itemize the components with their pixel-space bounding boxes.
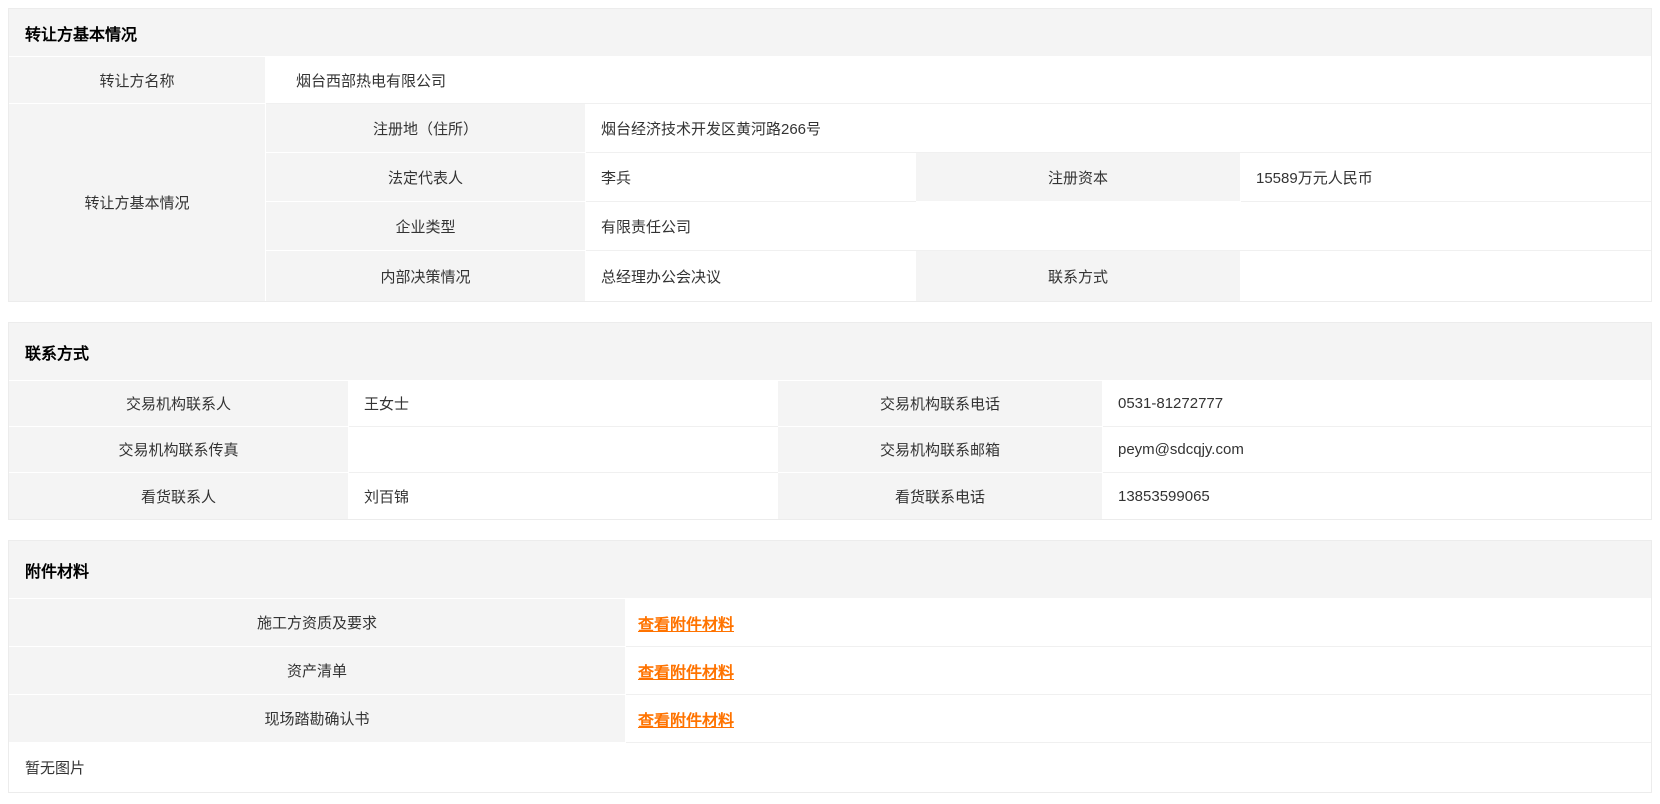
table-row: 注册地（住所） 烟台经济技术开发区黄河路266号: [266, 104, 1651, 153]
asset-list-cell: 查看附件材料: [626, 647, 1651, 695]
table-row: 资产清单 查看附件材料: [9, 647, 1651, 695]
no-image-row: 暂无图片: [9, 743, 1651, 792]
no-image-text: 暂无图片: [25, 757, 85, 778]
transferor-name-value: 烟台西部热电有限公司: [266, 57, 1651, 104]
internal-decision-value: 总经理办公会决议: [586, 251, 916, 301]
view-attachment-link[interactable]: 查看附件材料: [638, 707, 734, 731]
inspection-contact-phone-value: 13853599065: [1103, 473, 1651, 519]
agency-contact-fax-value: [349, 427, 778, 473]
enterprise-type-value: 有限责任公司: [586, 202, 1651, 251]
site-survey-confirmation-cell: 查看附件材料: [626, 695, 1651, 743]
table-row: 交易机构联系传真 交易机构联系邮箱 peym@sdcqjy.com: [9, 427, 1651, 473]
agency-contact-email-label: 交易机构联系邮箱: [778, 427, 1103, 473]
table-row: 看货联系人 刘百锦 看货联系电话 13853599065: [9, 473, 1651, 519]
section-title-contact: 联系方式: [9, 323, 1651, 381]
section-title-attachments: 附件材料: [9, 541, 1651, 599]
section-transferor-basic: 转让方基本情况 转让方名称 烟台西部热电有限公司 转让方基本情况 注册地（住所）…: [8, 8, 1652, 302]
transferor-name-label: 转让方名称: [9, 57, 266, 104]
agency-contact-phone-label: 交易机构联系电话: [778, 381, 1103, 427]
table-row: 交易机构联系人 王女士 交易机构联系电话 0531-81272777: [9, 381, 1651, 427]
transferor-detail-table: 注册地（住所） 烟台经济技术开发区黄河路266号 法定代表人 李兵 注册资本 1…: [266, 104, 1651, 301]
agency-contact-phone-value: 0531-81272777: [1103, 381, 1651, 427]
agency-contact-fax-label: 交易机构联系传真: [9, 427, 349, 473]
inspection-contact-person-value: 刘百锦: [349, 473, 778, 519]
legal-representative-label: 法定代表人: [266, 153, 586, 202]
table-row: 企业类型 有限责任公司: [266, 202, 1651, 251]
inspection-contact-person-label: 看货联系人: [9, 473, 349, 519]
section-attachments: 附件材料 施工方资质及要求 查看附件材料 资产清单 查看附件材料 现场踏勘确认书…: [8, 540, 1652, 793]
transferor-group-label: 转让方基本情况: [9, 104, 266, 301]
table-row: 现场踏勘确认书 查看附件材料: [9, 695, 1651, 743]
registered-address-value: 烟台经济技术开发区黄河路266号: [586, 104, 1651, 153]
construction-qualification-label: 施工方资质及要求: [9, 599, 626, 647]
agency-contact-email-value: peym@sdcqjy.com: [1103, 427, 1651, 473]
registered-address-label: 注册地（住所）: [266, 104, 586, 153]
inspection-contact-phone-label: 看货联系电话: [778, 473, 1103, 519]
legal-representative-value: 李兵: [586, 153, 916, 202]
agency-contact-person-value: 王女士: [349, 381, 778, 427]
transferor-detail-group: 转让方基本情况 注册地（住所） 烟台经济技术开发区黄河路266号 法定代表人 李…: [9, 104, 1651, 301]
table-row: 转让方名称 烟台西部热电有限公司: [9, 57, 1651, 104]
registered-capital-value: 15589万元人民币: [1241, 153, 1651, 202]
view-attachment-link[interactable]: 查看附件材料: [638, 611, 734, 635]
construction-qualification-cell: 查看附件材料: [626, 599, 1651, 647]
contact-method-label: 联系方式: [916, 251, 1241, 301]
table-row: 法定代表人 李兵 注册资本 15589万元人民币: [266, 153, 1651, 202]
site-survey-confirmation-label: 现场踏勘确认书: [9, 695, 626, 743]
table-row: 内部决策情况 总经理办公会决议 联系方式: [266, 251, 1651, 301]
agency-contact-person-label: 交易机构联系人: [9, 381, 349, 427]
enterprise-type-label: 企业类型: [266, 202, 586, 251]
section-contact: 联系方式 交易机构联系人 王女士 交易机构联系电话 0531-81272777 …: [8, 322, 1652, 520]
table-row: 施工方资质及要求 查看附件材料: [9, 599, 1651, 647]
asset-list-label: 资产清单: [9, 647, 626, 695]
contact-method-value: [1241, 251, 1651, 301]
registered-capital-label: 注册资本: [916, 153, 1241, 202]
section-title-transferor: 转让方基本情况: [9, 9, 1651, 57]
internal-decision-label: 内部决策情况: [266, 251, 586, 301]
view-attachment-link[interactable]: 查看附件材料: [638, 659, 734, 683]
